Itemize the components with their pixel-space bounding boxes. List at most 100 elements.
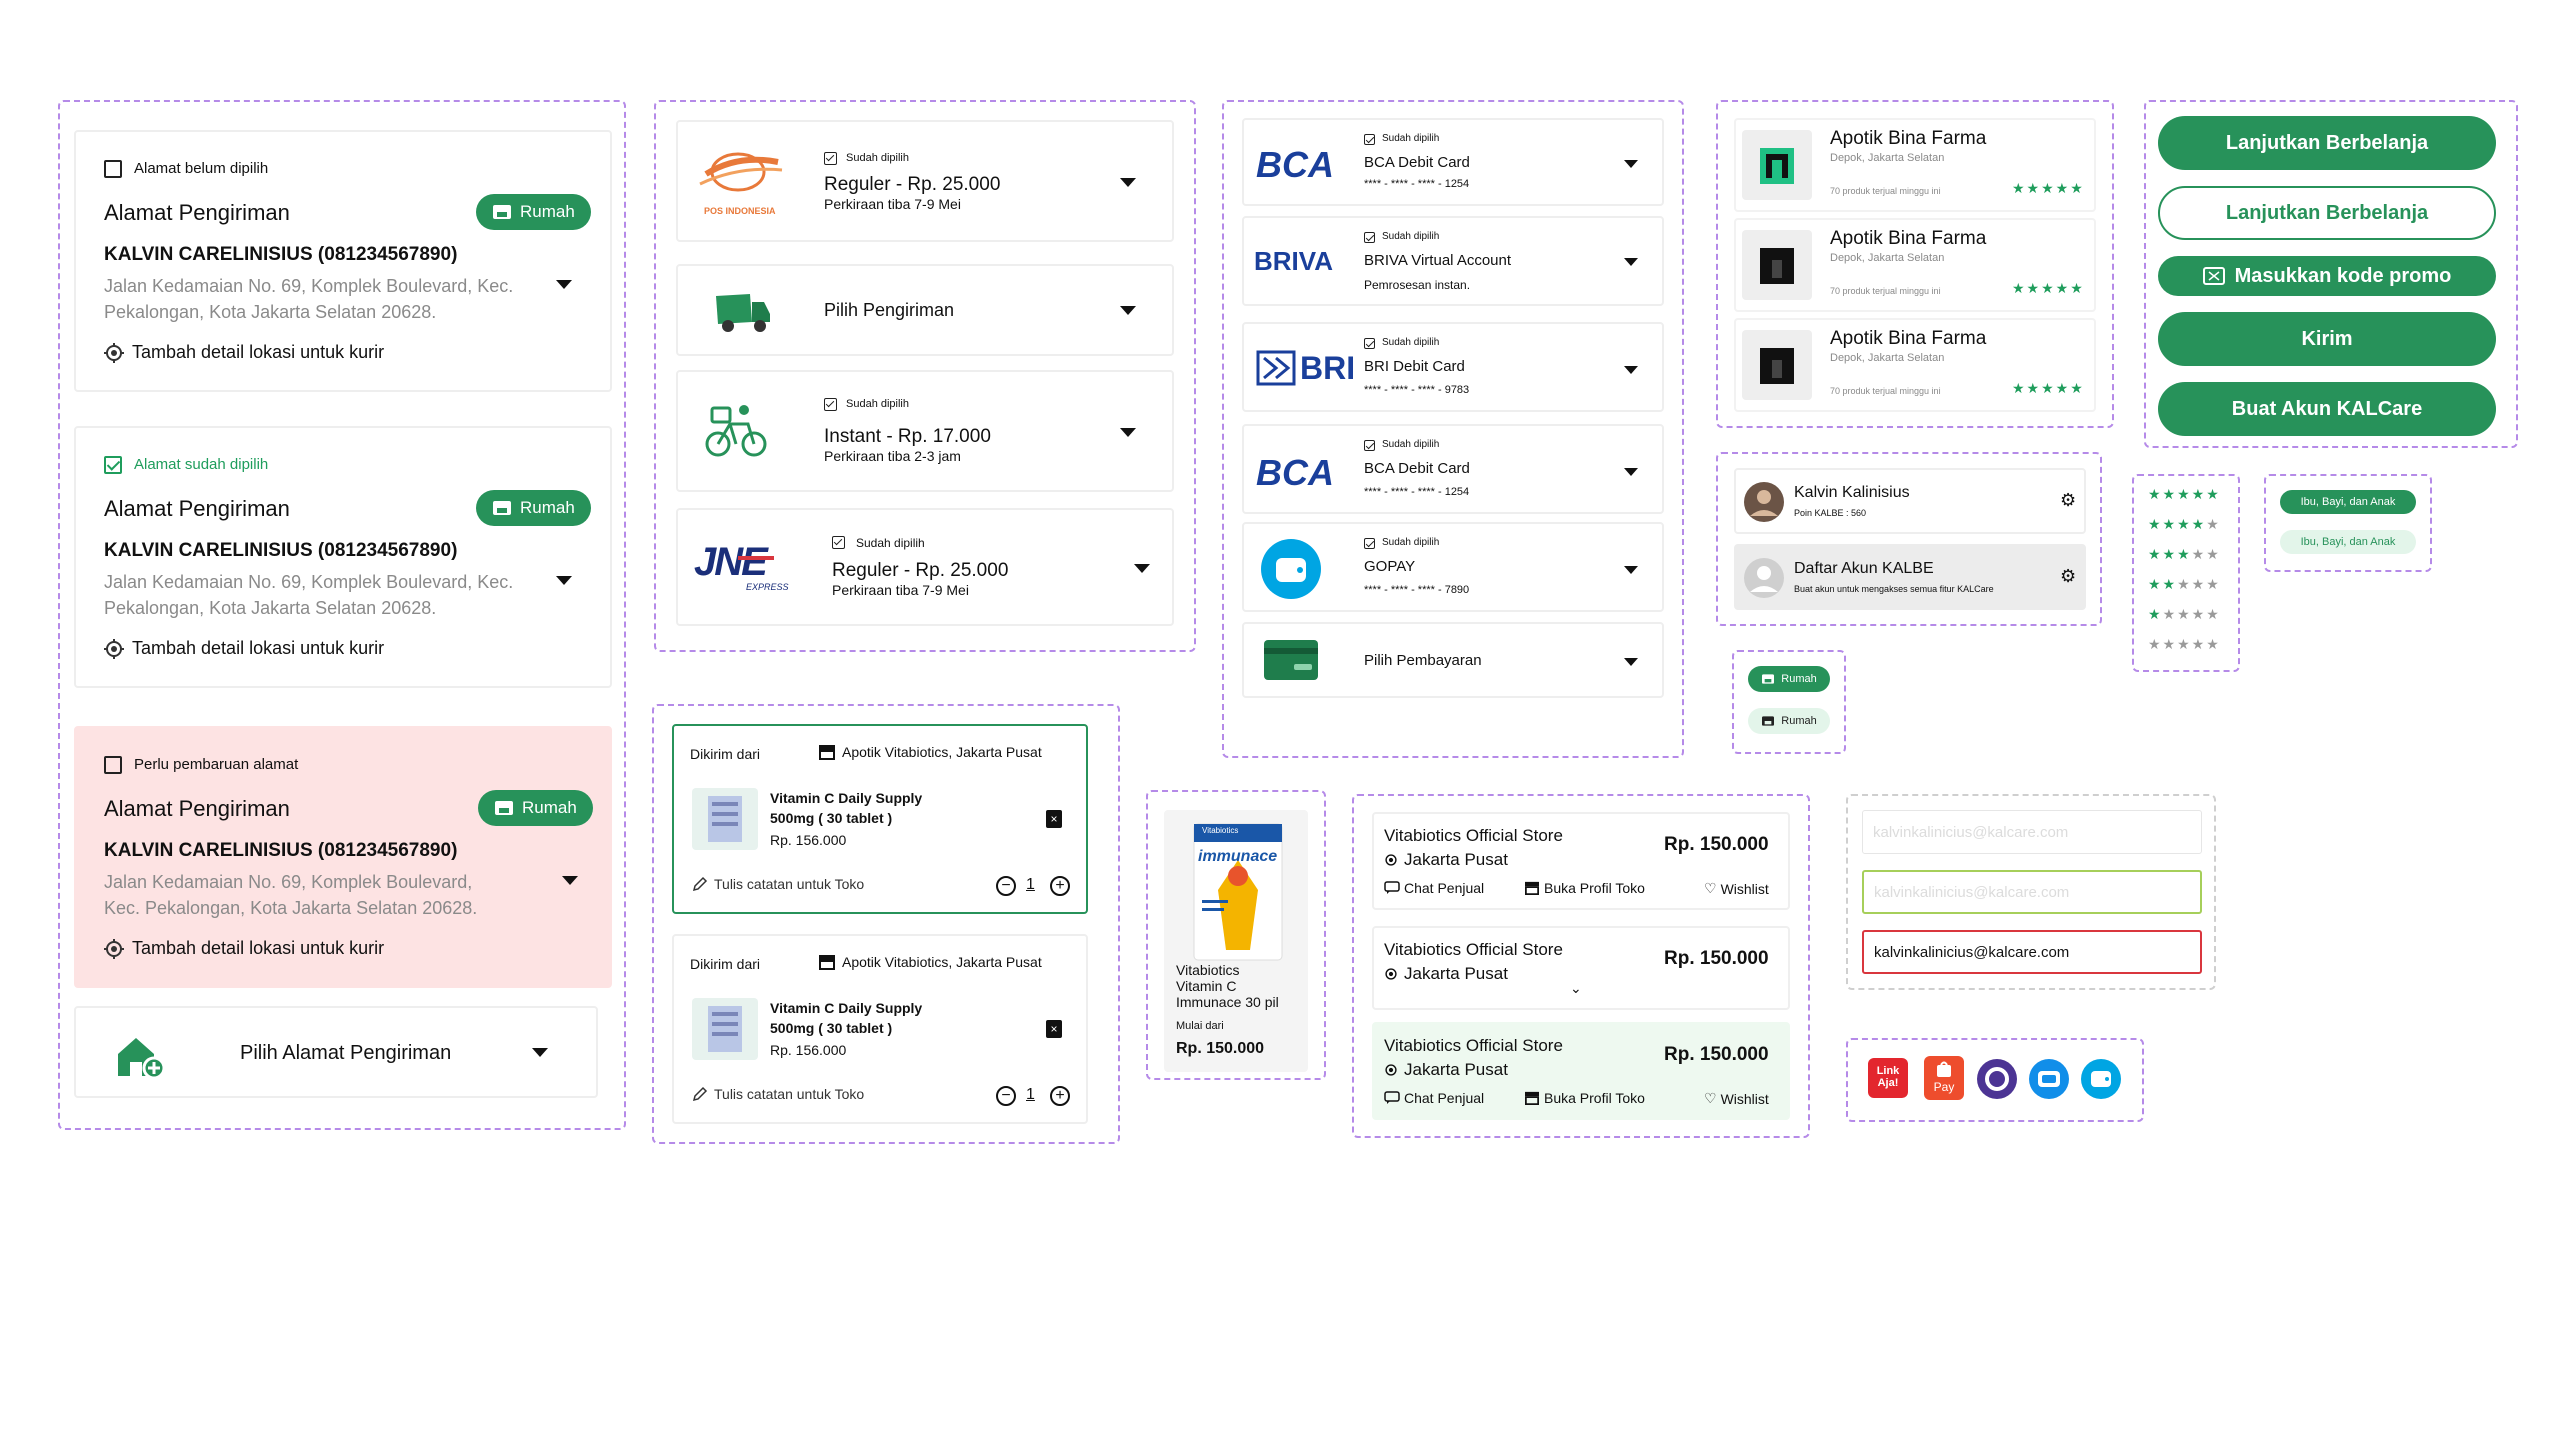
chosen-checkbox	[1364, 440, 1375, 451]
delete-icon[interactable]: ×	[1046, 810, 1062, 828]
choose-address-button[interactable]: Pilih Alamat Pengiriman	[74, 1006, 598, 1098]
cart-item-card[interactable]: Dikirim dari Apotik Vitabiotics, Jakarta …	[672, 724, 1088, 914]
store-info: Apotik Vitabiotics, Jakarta Pusat	[818, 954, 1042, 970]
store-price: Rp. 150.000	[1664, 1044, 1769, 1065]
product-variant: 500mg ( 30 tablet )	[770, 1020, 893, 1036]
store-info: Apotik Vitabiotics, Jakarta Pusat	[818, 744, 1042, 760]
package-brand-text: Vitabiotics	[1202, 826, 1239, 835]
user-name: Kalvin Kalinisius	[1794, 484, 1910, 501]
payment-option[interactable]: BRIVA Sudah dipilih BRIVA Virtual Accoun…	[1242, 216, 1664, 306]
register-account-row[interactable]: Daftar Akun KALBE Buat akun untuk mengak…	[1734, 544, 2086, 610]
chat-seller-link[interactable]: Chat Penjual	[1384, 880, 1484, 896]
shipping-option[interactable]: POS INDONESIA Sudah dipilih Reguler - Rp…	[676, 120, 1174, 242]
pharmacy-name: Apotik Bina Farma	[1830, 128, 1987, 149]
minus-icon[interactable]: −	[996, 876, 1016, 896]
shopeepay-icon[interactable]: Pay	[1924, 1056, 1964, 1100]
store-name: Apotik Vitabiotics, Jakarta Pusat	[842, 954, 1042, 970]
location-target-icon	[104, 938, 124, 959]
payment-option[interactable]: BRI Sudah dipilih BRI Debit Card **** - …	[1242, 322, 1664, 412]
chat-seller-link[interactable]: Chat Penjual	[1384, 1090, 1484, 1106]
send-button[interactable]: Kirim	[2158, 312, 2496, 366]
shipping-option[interactable]: JNE EXPRESS Sudah dipilih Reguler - Rp. …	[676, 508, 1174, 626]
payment-name: BRI Debit Card	[1364, 358, 1465, 375]
chevron-down-icon[interactable]	[556, 280, 572, 289]
store-profile-link[interactable]: Buka Profil Toko	[1524, 880, 1645, 896]
recipient-name: KALVIN CARELINISIUS (081234567890)	[104, 244, 458, 265]
note-link[interactable]: Tulis catatan untuk Toko	[692, 876, 864, 892]
quantity-value[interactable]: 1	[1026, 876, 1035, 894]
rumah-label: Rumah	[522, 798, 577, 817]
product-name-line1: Vitabiotics	[1176, 962, 1240, 978]
payment-option[interactable]: Sudah dipilih GOPAY **** - **** - **** -…	[1242, 522, 1664, 612]
location-detail-link[interactable]: Tambah detail lokasi untuk kurir	[104, 938, 384, 959]
account-user-row[interactable]: Kalvin Kalinisius Poin KALBE : 560 ⚙	[1734, 468, 2086, 534]
shipping-eta: Perkiraan tiba 7-9 Mei	[832, 582, 969, 598]
email-field-default[interactable]: kalvinkalinicius@kalcare.com	[1862, 810, 2202, 854]
continue-shopping-outline-button[interactable]: Lanjutkan Berbelanja	[2158, 186, 2496, 240]
minus-icon[interactable]: −	[996, 1086, 1016, 1106]
shipping-service: Reguler - Rp. 25.000	[824, 174, 1001, 195]
chevron-down-icon[interactable]: ⌄	[1570, 980, 1582, 997]
pharmacy-card[interactable]: Apotik Bina Farma Depok, Jakarta Selatan 7…	[1734, 218, 2096, 312]
store-price: Rp. 150.000	[1664, 834, 1769, 855]
pharmacy-card[interactable]: Apotik Bina Farma Depok, Jakarta Selatan 7…	[1734, 318, 2096, 412]
address-status: Perlu pembaruan alamat	[134, 756, 299, 773]
address-checkbox[interactable]	[104, 456, 122, 474]
chosen-checkbox	[824, 398, 837, 411]
product-card[interactable]: Vitabiotics immunace Vitabiotics Vitamin…	[1164, 810, 1308, 1072]
promo-code-button[interactable]: Masukkan kode promo	[2158, 256, 2496, 296]
address-checkbox[interactable]	[104, 756, 122, 774]
payment-sub: Pemrosesan instan.	[1364, 278, 1471, 292]
gear-icon[interactable]: ⚙	[2060, 490, 2076, 511]
gear-icon[interactable]: ⚙	[2060, 566, 2076, 587]
chevron-down-icon[interactable]	[562, 876, 578, 885]
cart-item-card[interactable]: Dikirim dari Apotik Vitabiotics, Jakarta …	[672, 934, 1088, 1124]
shipping-option[interactable]: Pilih Pengiriman	[676, 264, 1174, 356]
location-detail-link[interactable]: Tambah detail lokasi untuk kurir	[104, 638, 384, 659]
rumah-label: Rumah	[520, 498, 575, 517]
email-field-success[interactable]: kalvinkalinicius@kalcare.com	[1862, 870, 2202, 914]
linkaja-icon[interactable]: Link Aja!	[1868, 1058, 1908, 1098]
rumah-tag[interactable]: Rumah	[1748, 708, 1830, 734]
address-card[interactable]: Alamat belum dipilih Alamat Pengiriman R…	[74, 130, 612, 392]
dana-icon[interactable]	[2028, 1058, 2070, 1100]
plus-icon[interactable]: +	[1050, 876, 1070, 896]
store-card[interactable]: Vitabiotics Official Store Jakarta Pusat R…	[1372, 926, 1790, 1010]
create-account-button[interactable]: Buat Akun KALCare	[2158, 382, 2496, 436]
address-card-warning[interactable]: Perlu pembaruan alamat Alamat Pengiriman…	[74, 726, 612, 988]
product-variant: 500mg ( 30 tablet )	[770, 810, 893, 826]
email-field-error[interactable]: kalvinkalinicius@kalcare.com	[1862, 930, 2202, 974]
chevron-down-icon	[1120, 428, 1136, 437]
ovo-icon[interactable]	[1976, 1058, 2018, 1100]
store-card[interactable]: Vitabiotics Official Store Jakarta Pusat R…	[1372, 1022, 1790, 1120]
quantity-value[interactable]: 1	[1026, 1086, 1035, 1104]
payment-option[interactable]: Pilih Pembayaran	[1242, 622, 1664, 698]
address-card[interactable]: Alamat sudah dipilih Alamat Pengiriman R…	[74, 426, 612, 688]
pharmacy-logo	[1742, 130, 1812, 200]
location-detail-label: Tambah detail lokasi untuk kurir	[132, 638, 385, 658]
shipping-option[interactable]: Sudah dipilih Instant - Rp. 17.000 Perki…	[676, 370, 1174, 492]
wishlist-link[interactable]: ♡ Wishlist	[1704, 1090, 1769, 1107]
location-detail-link[interactable]: Tambah detail lokasi untuk kurir	[104, 342, 384, 363]
address-status: Alamat belum dipilih	[134, 160, 269, 177]
note-link[interactable]: Tulis catatan untuk Toko	[692, 1086, 864, 1102]
address-checkbox[interactable]	[104, 160, 122, 178]
store-profile-link[interactable]: Buka Profil Toko	[1524, 1090, 1645, 1106]
pharmacy-name: Apotik Bina Farma	[1830, 328, 1987, 349]
store-card[interactable]: Vitabiotics Official Store Jakarta Pusat R…	[1372, 812, 1790, 910]
product-price: Rp. 156.000	[770, 1042, 847, 1058]
delete-icon[interactable]: ×	[1046, 1020, 1062, 1038]
plus-icon[interactable]: +	[1050, 1086, 1070, 1106]
payment-option[interactable]: BCA Sudah dipilih BCA Debit Card **** - …	[1242, 118, 1664, 206]
wishlist-link[interactable]: ♡ Wishlist	[1704, 880, 1769, 897]
rumah-tag[interactable]: Rumah	[1748, 666, 1830, 692]
payment-option[interactable]: BCA Sudah dipilih BCA Debit Card **** - …	[1242, 424, 1664, 514]
category-tag[interactable]: Ibu, Bayi, dan Anak	[2280, 490, 2416, 514]
category-tag[interactable]: Ibu, Bayi, dan Anak	[2280, 530, 2416, 554]
shipping-service: Instant - Rp. 17.000	[824, 426, 991, 447]
pharmacy-card[interactable]: Apotik Bina Farma Depok, Jakarta Selatan 7…	[1734, 118, 2096, 212]
gopay-icon[interactable]	[2080, 1058, 2122, 1100]
chevron-down-icon[interactable]	[556, 576, 572, 585]
chosen-label: Sudah dipilih	[1382, 231, 1440, 242]
continue-shopping-button[interactable]: Lanjutkan Berbelanja	[2158, 116, 2496, 170]
